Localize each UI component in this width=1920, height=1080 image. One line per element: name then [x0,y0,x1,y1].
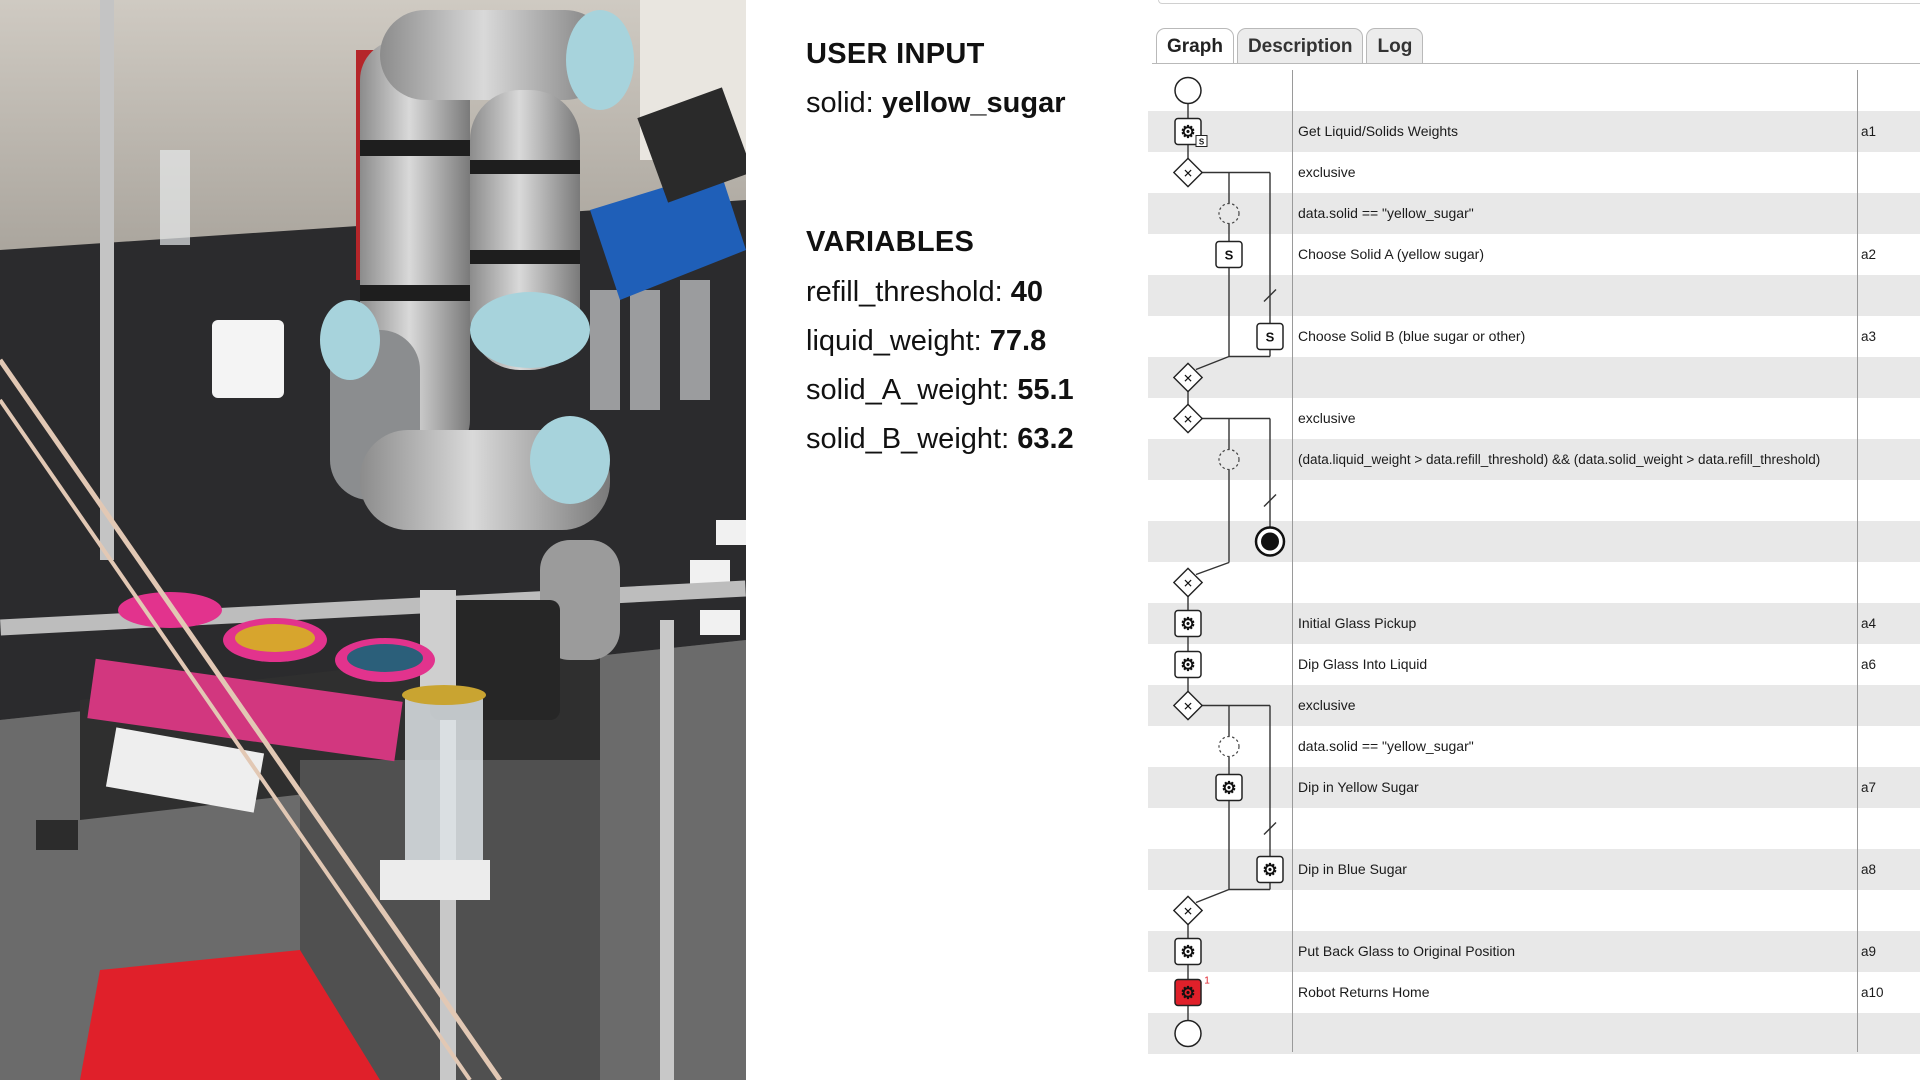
gear-icon: ⚙ [1262,861,1277,880]
variable-value: 77.8 [989,325,1047,357]
process-viewer: Graph Description Log Get Liquid/Solids … [1148,0,1920,1080]
variable-key: solid_B_weight: [806,423,1010,455]
robot-arm-photo [0,0,746,1080]
user-input-key: solid: [806,87,874,119]
user-input-value: yellow_sugar [881,87,1066,119]
variable-key: liquid_weight: [806,325,982,357]
gear-icon: ⚙ [1180,984,1195,1003]
condition-icon [1218,735,1240,758]
variable-key: solid_A_weight: [806,374,1010,406]
branch-flow [1195,355,1230,371]
variable-value: 55.1 [1017,374,1074,406]
variable-value: 63.2 [1017,423,1074,455]
variable-liquid-weight: liquid_weight: 77.8 [806,325,1046,358]
end-event-icon[interactable] [1174,1019,1202,1048]
end-event-inner-icon [1261,532,1279,551]
process-graph: Get Liquid/Solids Weights a1 exclusive data… [1148,0,1920,1080]
user-input-heading: USER INPUT [806,38,985,70]
start-event-icon[interactable] [1174,76,1202,105]
exclusive-x-icon: ✕ [1183,167,1193,181]
exclusive-x-icon: ✕ [1183,577,1193,591]
branch-flow [1195,561,1230,576]
gear-icon: ⚙ [1180,615,1195,634]
variable-value: 40 [1010,276,1043,308]
script-icon: S [1266,330,1275,345]
variable-solid-b-weight: solid_B_weight: 63.2 [806,423,1074,456]
exclusive-x-icon: ✕ [1183,700,1193,714]
gear-icon: ⚙ [1180,656,1195,675]
variable-solid-a-weight: solid_A_weight: 55.1 [806,374,1074,407]
active-count-badge: 1 [1204,976,1210,987]
exclusive-x-icon: ✕ [1183,905,1193,919]
gear-icon: ⚙ [1221,779,1236,798]
script-icon: S [1225,248,1234,263]
variables-heading: VARIABLES [806,226,975,258]
exclusive-x-icon: ✕ [1183,413,1193,427]
variable-refill-threshold: refill_threshold: 40 [806,276,1043,309]
script-badge-label: S [1199,138,1205,147]
condition-icon [1218,202,1240,225]
camera-view [0,0,746,1080]
flow-diagram: ⚙ S ✕ S S ✕ ✕ ✕ ⚙ ⚙ ✕ ⚙ ⚙ ✕ ⚙ ⚙ 1 [1172,76,1286,1048]
exclusive-x-icon: ✕ [1183,372,1193,386]
condition-icon [1218,448,1240,471]
user-input-solid: solid: yellow_sugar [806,87,1066,120]
variable-key: refill_threshold: [806,276,1003,308]
gear-icon: ⚙ [1180,943,1195,962]
branch-flow [1195,888,1230,904]
gear-icon: ⚙ [1180,123,1195,142]
